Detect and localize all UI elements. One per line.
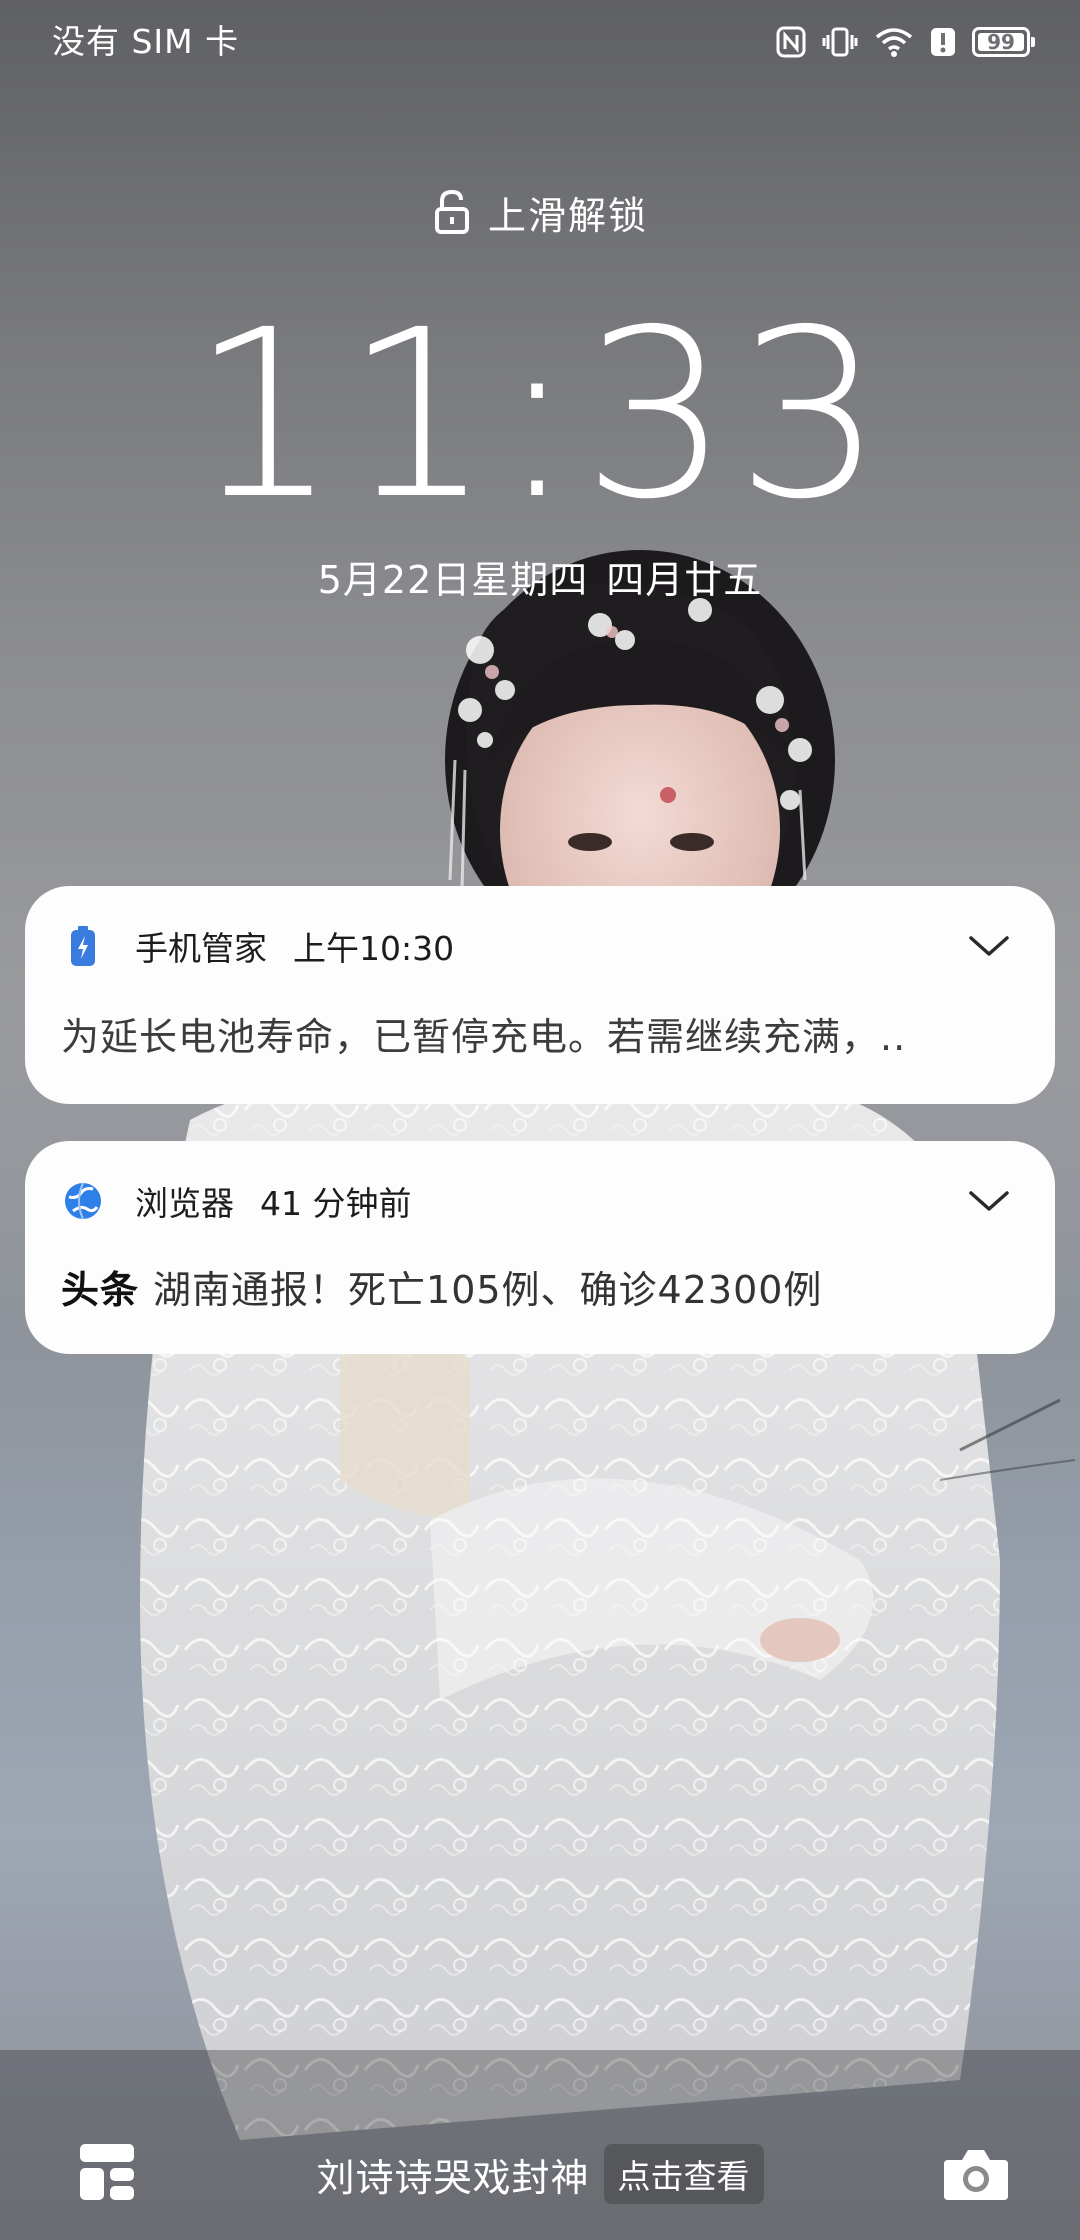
date-label: 5月22日星期四 bbox=[317, 558, 589, 602]
notification-header: 手机管家 上午10:30 bbox=[63, 916, 1017, 976]
notification-app-name: 手机管家 bbox=[135, 929, 267, 968]
headline-text: 刘诗诗哭戏封神 bbox=[316, 2155, 590, 2200]
notification-time: 上午10:30 bbox=[293, 929, 455, 968]
battery-charge-icon bbox=[63, 926, 103, 966]
notification-body: 头条 湖南通报！死亡105例、确诊42300例 bbox=[61, 1259, 995, 1314]
swipe-unlock-hint[interactable]: 上滑解锁 bbox=[0, 180, 1080, 244]
battery-level: 99 bbox=[987, 30, 1015, 54]
battery-icon: 99 bbox=[972, 27, 1035, 57]
notification-app-name: 浏览器 bbox=[135, 1184, 234, 1223]
browser-globe-icon bbox=[63, 1181, 103, 1221]
status-icons: 99 bbox=[776, 20, 1035, 64]
carrier-label: 没有 SIM 卡 bbox=[52, 22, 240, 61]
bottom-bar: 刘诗诗哭戏封神 点击查看 bbox=[0, 2130, 1080, 2220]
notification-card[interactable]: 浏览器 41 分钟前 头条 湖南通报！死亡105例、确诊42300例 bbox=[25, 1141, 1055, 1354]
notification-card[interactable]: 手机管家 上午10:30 为延长电池寿命，已暂停充电。若需继续充满，.. bbox=[25, 886, 1055, 1104]
headline-banner[interactable]: 刘诗诗哭戏封神 点击查看 bbox=[0, 2144, 1080, 2204]
date-line: 5月22日星期四 四月廿五 bbox=[0, 550, 1080, 610]
nfc-icon bbox=[776, 26, 806, 58]
notification-header: 浏览器 41 分钟前 bbox=[63, 1171, 1017, 1231]
notification-body: 为延长电池寿命，已暂停充电。若需继续充满，.. bbox=[61, 1015, 907, 1059]
notification-time: 41 分钟前 bbox=[260, 1184, 412, 1223]
headline-tag: 头条 bbox=[61, 1268, 140, 1312]
status-bar: 没有 SIM 卡 99 bbox=[0, 0, 1080, 84]
wifi-icon bbox=[875, 28, 913, 57]
chevron-down-icon[interactable] bbox=[967, 1181, 1011, 1221]
unlock-label: 上滑解锁 bbox=[487, 193, 648, 238]
camera-icon[interactable] bbox=[942, 2146, 1010, 2202]
vibrate-icon bbox=[822, 27, 858, 57]
lock-screen[interactable]: 没有 SIM 卡 99 上滑解锁 11:33 5月22日星期四 四月廿五 手机管… bbox=[0, 0, 1080, 2240]
alert-icon bbox=[931, 28, 955, 56]
unlock-icon bbox=[434, 189, 469, 234]
view-headline-button[interactable]: 点击查看 bbox=[603, 2144, 764, 2204]
notification-body-text: 湖南通报！死亡105例、确诊42300例 bbox=[153, 1268, 823, 1312]
lock-clock: 11:33 bbox=[190, 280, 890, 550]
chevron-down-icon[interactable] bbox=[967, 926, 1011, 966]
lunar-date-label: 四月廿五 bbox=[606, 558, 763, 602]
